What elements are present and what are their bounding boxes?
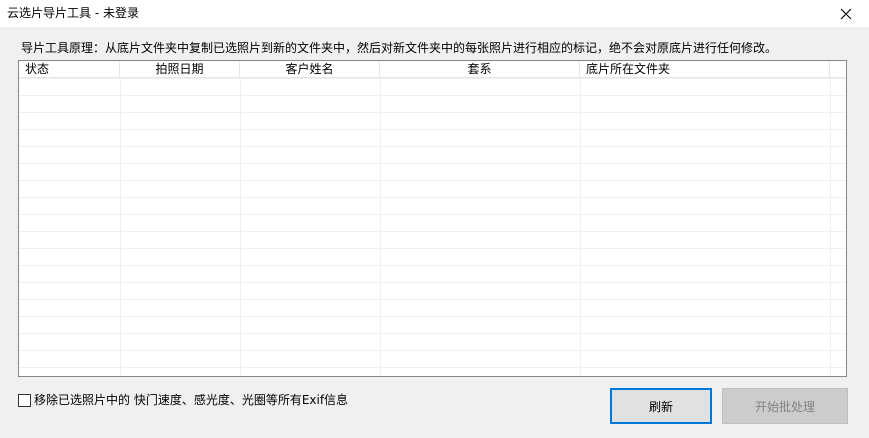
grid-line (580, 78, 581, 376)
grid-line (830, 78, 831, 376)
intro-text: 导片工具原理：从底片文件夹中复制已选照片到新的文件夹中，然后对新文件夹中的每张照… (21, 41, 778, 55)
column-header-status[interactable]: 状态 (19, 61, 120, 77)
start-batch-button[interactable]: 开始批处理 (722, 388, 848, 424)
list-body[interactable] (19, 78, 846, 376)
close-icon (840, 8, 852, 19)
column-header-package[interactable]: 套系 (380, 61, 580, 77)
close-button[interactable] (823, 0, 869, 27)
photo-list-view[interactable]: 状态 拍照日期 客户姓名 套系 底片所在文件夹 (18, 60, 847, 377)
strip-exif-checkbox[interactable] (18, 393, 31, 407)
refresh-button[interactable]: 刷新 (610, 388, 712, 424)
grid-line (240, 78, 241, 376)
strip-exif-label[interactable]: 移除已选照片中的 快门速度、感光度、光圈等所有Exif信息 (34, 392, 348, 408)
window-title: 云选片导片工具 - 未登录 (7, 6, 139, 20)
title-bar: 云选片导片工具 - 未登录 (0, 0, 869, 27)
strip-exif-option[interactable]: 移除已选照片中的 快门速度、感光度、光圈等所有Exif信息 (18, 392, 348, 408)
column-header-customer[interactable]: 客户姓名 (240, 61, 380, 77)
grid-line (120, 78, 121, 376)
list-header: 状态 拍照日期 客户姓名 套系 底片所在文件夹 (19, 61, 846, 78)
column-header-date[interactable]: 拍照日期 (120, 61, 240, 77)
column-header-folder[interactable]: 底片所在文件夹 (580, 61, 830, 77)
column-header-filler (830, 61, 846, 77)
grid-line (380, 78, 381, 376)
